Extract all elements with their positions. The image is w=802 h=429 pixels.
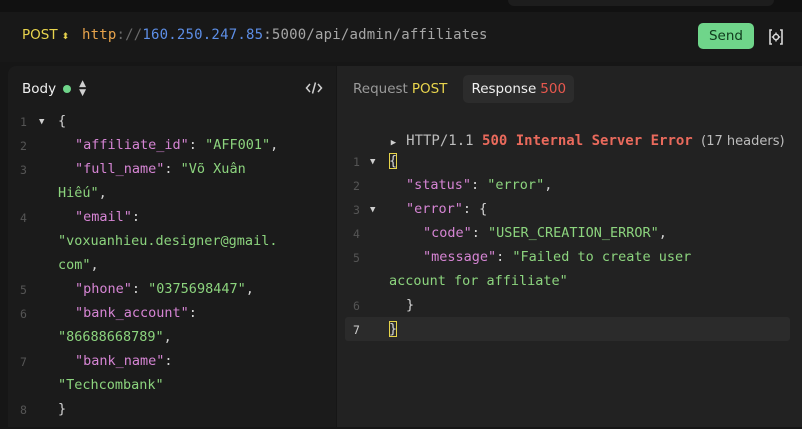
line-number: 8	[20, 403, 27, 417]
url-protocol: http	[82, 27, 117, 43]
line-number: 3	[353, 203, 360, 217]
tab-response-code: 500	[540, 81, 567, 97]
response-tabs: Request POST Response 500	[345, 75, 575, 103]
response-panel: Request POST Response 500 ▶ HTTP/1.1 500 In…	[337, 66, 802, 427]
url-path: /api/admin/affiliates	[306, 27, 488, 43]
code-line: Hiếu",	[58, 185, 107, 201]
line-number: 5	[353, 251, 360, 265]
code-line: account for affiliate"	[389, 273, 568, 289]
window-top-strip	[0, 0, 802, 12]
caret-right-icon: ▶	[390, 138, 397, 148]
line-number: 4	[20, 211, 27, 225]
url-bar: POST ⬍ http://160.250.247.85:5000/api/adm…	[0, 12, 802, 62]
code-line: "status": "error",	[406, 177, 553, 193]
code-line: "voxuanhieu.designer@gmail.	[58, 233, 278, 249]
method-label: POST	[22, 27, 58, 43]
code-line: {	[389, 153, 398, 169]
line-number: 6	[353, 299, 360, 313]
url-input[interactable]: http://160.250.247.85:5000/api/admin/aff…	[82, 27, 488, 43]
code-line: }	[389, 321, 398, 337]
caret-down-icon[interactable]: ▼	[370, 205, 375, 215]
http-version: HTTP/1.1	[406, 133, 474, 149]
tab-request-method: POST	[411, 81, 448, 97]
code-icon[interactable]	[305, 80, 323, 96]
code-line: "email":	[75, 209, 141, 225]
url-separator: ://	[116, 27, 143, 43]
line-number: 7	[20, 355, 27, 369]
tab-response-label: Response	[471, 81, 537, 97]
code-line: "error": {	[406, 201, 488, 217]
code-line: "bank_account":	[75, 305, 197, 321]
tab-response[interactable]: Response 500	[463, 75, 575, 103]
line-number: 7	[353, 323, 360, 337]
body-title: Body	[22, 81, 57, 97]
line-number: 5	[20, 283, 27, 297]
chevron-updown-icon: ▲ ▼	[79, 79, 87, 98]
url-host: 160.250.247.85	[142, 27, 264, 43]
line-number: 1	[20, 115, 27, 129]
line-number: 1	[353, 155, 360, 169]
code-line: "Techcombank"	[58, 377, 164, 393]
tab-request[interactable]: Request POST	[345, 75, 455, 103]
request-body-panel: Body ▲ ▼ 1 ▼ { 2 "affiliate_id": "AFF001"…	[8, 66, 336, 427]
response-code-viewer[interactable]: 1 ▼ { 2 "status": "error", 3 ▼ "error": …	[337, 149, 802, 409]
chevron-updown-icon: ⬍	[61, 32, 70, 42]
code-line: "bank_name":	[75, 353, 173, 369]
code-line: "phone": "0375698447",	[75, 281, 254, 297]
url-port: :5000	[263, 27, 307, 43]
headers-count: (17 headers)	[701, 134, 785, 149]
tab-request-label: Request	[353, 81, 408, 97]
code-line: "full_name": "Võ Xuân	[75, 161, 246, 177]
line-number: 2	[20, 139, 27, 153]
line-number: 3	[20, 163, 27, 177]
code-line: "code": "USER_CREATION_ERROR",	[423, 225, 667, 241]
code-line: com",	[58, 257, 99, 273]
status-text: 500 Internal Server Error	[482, 133, 693, 149]
body-header[interactable]: Body ▲ ▼	[22, 80, 86, 98]
caret-down-icon[interactable]: ▼	[370, 157, 375, 167]
line-number: 6	[20, 307, 27, 321]
line-number: 4	[353, 227, 360, 241]
code-line: {	[58, 113, 67, 129]
send-button[interactable]: Send	[698, 23, 754, 49]
line-number: 2	[353, 179, 360, 193]
body-status-dot	[63, 85, 72, 93]
caret-down-icon[interactable]: ▼	[39, 117, 44, 127]
code-line: "86688668789",	[58, 329, 172, 345]
tab-hint	[508, 0, 774, 6]
code-line: }	[58, 401, 67, 417]
code-line: }	[406, 297, 415, 313]
body-code-editor[interactable]: 1 ▼ { 2 "affiliate_id": "AFF001", 3 "ful…	[8, 109, 336, 429]
code-line: "affiliate_id": "AFF001",	[75, 137, 279, 153]
code-line: "message": "Failed to create user	[423, 249, 692, 265]
method-selector[interactable]: POST ⬍	[22, 27, 69, 43]
bracket-settings-icon[interactable]	[767, 28, 785, 46]
